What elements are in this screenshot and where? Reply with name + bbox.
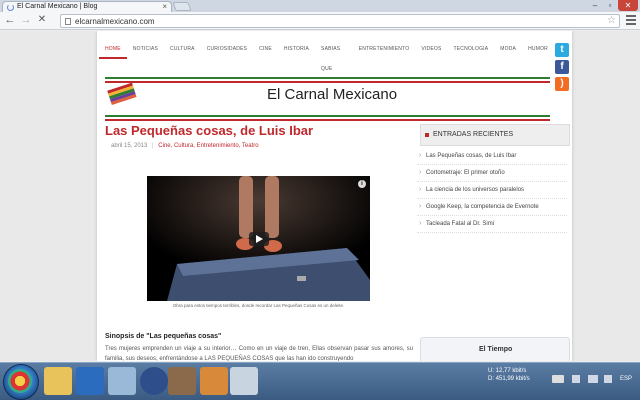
app-icon[interactable] <box>108 367 136 395</box>
recent-post-link[interactable]: Las Pequeñas cosas, de Luis Ibar <box>417 148 567 165</box>
post-title[interactable]: Las Pequeñas cosas, de Luis Ibar <box>105 123 313 138</box>
tab-strip: El Carnal Mexicano | Blog × – ▫ ✕ <box>0 0 640 13</box>
nav-item-videos[interactable]: VIDEOS <box>415 39 447 59</box>
video-caption: Obra para estos tiempos terribles, donde… <box>172 303 345 308</box>
rss-icon[interactable]: ) <box>555 77 569 91</box>
site-wrapper: HOME NOTICIAS CULTURA CURIOSIDADES CINE … <box>97 31 572 361</box>
nav-item-humor[interactable]: HUMOR <box>522 39 554 59</box>
upload-label: U: <box>488 368 494 374</box>
app-icon[interactable] <box>168 367 196 395</box>
taskbar: U: 12,77 kbit/s D: 451,99 kbit/s ESP <box>0 362 640 400</box>
tab-title: El Carnal Mexicano | Blog <box>17 3 98 10</box>
explorer-folder-icon[interactable] <box>44 367 72 395</box>
address-bar[interactable]: elcarnalmexicano.com ☆ <box>60 14 620 28</box>
weather-title: El Tiempo <box>479 346 513 353</box>
nav-item-historia[interactable]: HISTORIA <box>278 39 315 59</box>
network-speed-meter: U: 12,77 kbit/s D: 451,99 kbit/s <box>488 367 530 383</box>
download-speed: 451,99 kbit/s <box>495 376 530 382</box>
synopsis-text: Tres mujeres emprenden un viaje a su int… <box>105 346 413 361</box>
loading-icon <box>7 4 14 11</box>
header-stripe-red <box>105 81 550 83</box>
weather-widget: El Tiempo <box>420 337 570 361</box>
video-player[interactable]: i <box>147 176 370 301</box>
language-indicator[interactable]: ESP <box>620 376 632 382</box>
recent-post-link[interactable]: Tacleada Fatal al Dr. Simi <box>417 216 567 233</box>
synopsis-title: Sinopsis de "Las pequeñas cosas" <box>105 333 222 340</box>
header-stripe-red-bottom <box>105 119 550 121</box>
keyboard-icon[interactable] <box>552 375 564 383</box>
web-page: HOME NOTICIAS CULTURA CURIOSIDADES CINE … <box>0 31 640 361</box>
play-button[interactable] <box>249 232 269 246</box>
app-icon[interactable] <box>200 367 228 395</box>
url-text: elcarnalmexicano.com <box>75 17 155 26</box>
flag-icon[interactable] <box>572 375 580 383</box>
sarape-logo-icon <box>107 82 137 105</box>
post-meta: abril 15, 2013 | Cine, Cultura, Entreten… <box>111 143 259 149</box>
browser-toolbar: ← → ✕ elcarnalmexicano.com ☆ <box>0 12 640 30</box>
nav-item-sabias-que[interactable]: SABIAS QUE <box>315 39 353 72</box>
nav-item-cine[interactable]: CINE <box>253 39 278 59</box>
chrome-icon[interactable] <box>8 369 32 393</box>
download-label: D: <box>488 376 494 382</box>
post-categories[interactable]: Cine, Cultura, Entretenimiento, Teatro <box>158 143 258 149</box>
nav-item-moda[interactable]: MODA <box>494 39 522 59</box>
app-icon[interactable] <box>230 367 258 395</box>
app-icon[interactable] <box>140 367 168 395</box>
video-info-icon[interactable]: i <box>358 180 366 188</box>
volume-icon[interactable] <box>604 375 612 383</box>
stop-button[interactable]: ✕ <box>36 14 48 26</box>
maximize-button[interactable]: ▫ <box>603 0 617 11</box>
nav-item-home[interactable]: HOME <box>99 39 127 59</box>
recent-posts-title: ENTRADAS RECIENTES <box>433 131 514 138</box>
tab-close-button[interactable]: × <box>162 2 167 11</box>
nav-item-tecnologia[interactable]: TECNOLOGIA <box>448 39 495 59</box>
main-navigation: HOME NOTICIAS CULTURA CURIOSIDADES CINE … <box>99 39 554 72</box>
recent-posts-header: ENTRADAS RECIENTES <box>420 124 570 146</box>
back-button[interactable]: ← <box>4 14 16 26</box>
bullet-square-icon <box>425 133 429 137</box>
twitter-icon[interactable]: t <box>555 43 569 57</box>
outlook-icon[interactable] <box>76 367 104 395</box>
new-tab-button[interactable] <box>172 2 192 11</box>
forward-button[interactable]: → <box>20 14 32 26</box>
recent-posts-list: Las Pequeñas cosas, de Luis Ibar Cortome… <box>417 148 567 233</box>
chrome-menu-button[interactable] <box>626 15 636 27</box>
recent-post-link[interactable]: La ciencia de los universos paralelos <box>417 182 567 199</box>
minimize-button[interactable]: – <box>588 0 602 11</box>
nav-item-curiosidades[interactable]: CURIOSIDADES <box>201 39 253 59</box>
close-window-button[interactable]: ✕ <box>618 0 638 11</box>
facebook-icon[interactable]: f <box>555 60 569 74</box>
bookmark-star-icon[interactable]: ☆ <box>607 15 616 26</box>
recent-post-link[interactable]: Google Keep, la competencia de Evernote <box>417 199 567 216</box>
page-icon <box>65 18 71 25</box>
recent-post-link[interactable]: Cortometraje: El primer otoño <box>417 165 567 182</box>
site-title[interactable]: El Carnal Mexicano <box>267 86 397 103</box>
nav-item-entretenimiento[interactable]: ENTRETENIMIENTO <box>353 39 416 59</box>
network-icon[interactable] <box>588 375 598 383</box>
upload-speed: 12,77 kbit/s <box>495 368 527 374</box>
nav-item-noticias[interactable]: NOTICIAS <box>127 39 164 59</box>
nav-item-cultura[interactable]: CULTURA <box>164 39 201 59</box>
post-date: abril 15, 2013 <box>111 143 148 149</box>
